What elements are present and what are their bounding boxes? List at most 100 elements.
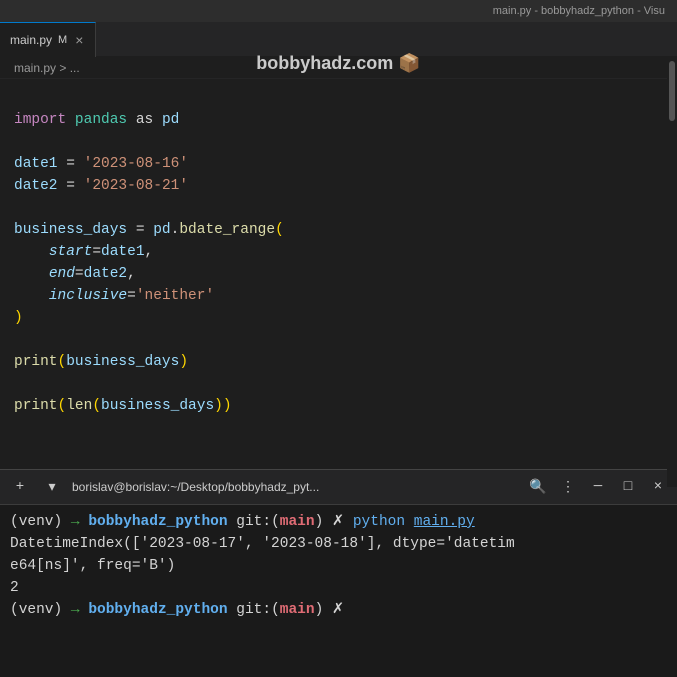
- op-eq2: =: [58, 178, 84, 194]
- op-eq1: =: [58, 156, 84, 172]
- code-line-14: [14, 373, 677, 395]
- t-file: main.py: [414, 514, 475, 530]
- paren-print2-open: (: [58, 398, 67, 414]
- t-cmd: python: [353, 514, 414, 530]
- title-bar: main.py - bobbyhadz_python - Visu: [0, 0, 677, 22]
- keyword-as: as: [136, 112, 153, 128]
- terminal-dropdown-button[interactable]: ▾: [40, 475, 64, 499]
- t-output-1: DatetimeIndex(['2023-08-17', '2023-08-18…: [10, 536, 515, 552]
- code-line-import: import pandas as pd: [14, 109, 677, 131]
- terminal-line-2: DatetimeIndex(['2023-08-17', '2023-08-18…: [10, 533, 667, 555]
- breadcrumb-text: main.py > ...: [14, 61, 80, 75]
- paren-print1-close: ): [179, 354, 188, 370]
- keyword-import: import: [14, 112, 66, 128]
- code-line-print1: print(business_days): [14, 351, 677, 373]
- t-num: 2: [10, 580, 19, 596]
- param-end: end: [49, 266, 75, 282]
- t-git2: git:(: [236, 602, 280, 618]
- comma2: ,: [127, 266, 136, 282]
- arg-business-days: business_days: [66, 354, 179, 370]
- code-line-date2: date2 = '2023-08-21': [14, 175, 677, 197]
- str-neither: 'neither': [136, 288, 214, 304]
- maximize-icon: □: [624, 479, 632, 495]
- op-eq6: =: [127, 288, 136, 304]
- tab-modified-indicator: M: [58, 34, 67, 46]
- t-arrow2: →: [71, 602, 88, 618]
- terminal-close-button[interactable]: ×: [647, 476, 669, 498]
- op-eq4: =: [92, 244, 101, 260]
- plus-icon: +: [16, 479, 24, 495]
- code-line-print2: print(len(business_days)): [14, 395, 677, 417]
- scrollbar-thumb[interactable]: [669, 61, 675, 121]
- alias-pd: pd: [162, 112, 179, 128]
- lib-pandas: pandas: [75, 112, 127, 128]
- t-git1: git:(: [236, 514, 280, 530]
- tab-bar: main.py M ×: [0, 22, 677, 57]
- func-print2: print: [14, 398, 58, 414]
- editor-scrollbar[interactable]: [667, 57, 677, 487]
- title-bar-text: main.py - bobbyhadz_python - Visu: [493, 5, 665, 17]
- editor-tab[interactable]: main.py M ×: [0, 22, 96, 57]
- terminal-search-button[interactable]: 🔍: [527, 476, 549, 498]
- open-paren1: (: [275, 222, 284, 238]
- code-line-1: [14, 87, 677, 109]
- t-output-2: e64[ns]', freq='B'): [10, 558, 175, 574]
- t-dir1: bobbyhadz_python: [88, 514, 236, 530]
- terminal-content: (venv) → bobbyhadz_python git:(main) ✗ p…: [0, 505, 677, 677]
- minimize-icon: ─: [594, 479, 602, 495]
- terminal-minimize-button[interactable]: ─: [587, 476, 609, 498]
- code-line-closeparen: ): [14, 307, 677, 329]
- t-dir2: bobbyhadz_python: [88, 602, 236, 618]
- terminal-panel: + ▾ borislav@borislav:~/Desktop/bobbyhad…: [0, 469, 677, 677]
- code-line-start: start=date1,: [14, 241, 677, 263]
- terminal-tab-bar: + ▾ borislav@borislav:~/Desktop/bobbyhad…: [0, 470, 677, 505]
- terminal-maximize-button[interactable]: □: [617, 476, 639, 498]
- t-x1: ✗: [323, 514, 353, 530]
- t-prompt2: (venv): [10, 602, 71, 618]
- close-paren1: ): [14, 310, 23, 326]
- param-start: start: [49, 244, 93, 260]
- code-line-end: end=date2,: [14, 263, 677, 285]
- var-date2: date2: [14, 178, 58, 194]
- terminal-add-button[interactable]: +: [8, 475, 32, 499]
- code-line-date1: date1 = '2023-08-16': [14, 153, 677, 175]
- t-branch2: main: [280, 602, 315, 618]
- tab-filename: main.py: [10, 33, 52, 47]
- arg-business-days2: business_days: [101, 398, 214, 414]
- code-line-bdate: business_days = pd.bdate_range(: [14, 219, 677, 241]
- t-arrow1: →: [71, 514, 88, 530]
- dropdown-icon: ▾: [48, 479, 55, 496]
- op-eq3: =: [127, 222, 153, 238]
- str-date2: '2023-08-21': [84, 178, 188, 194]
- terminal-line-1: (venv) → bobbyhadz_python git:(main) ✗ p…: [10, 511, 667, 533]
- op-eq5: =: [75, 266, 84, 282]
- str-date1: '2023-08-16': [84, 156, 188, 172]
- more-icon: ⋮: [561, 479, 575, 496]
- t-x2: ✗: [323, 602, 344, 618]
- code-line-12: [14, 329, 677, 351]
- comma1: ,: [145, 244, 154, 260]
- search-icon: 🔍: [529, 479, 546, 496]
- terminal-more-button[interactable]: ⋮: [557, 476, 579, 498]
- code-line-6: [14, 197, 677, 219]
- pd-ref: pd: [153, 222, 170, 238]
- code-line-inclusive: inclusive='neither': [14, 285, 677, 307]
- terminal-line-3: e64[ns]', freq='B'): [10, 555, 667, 577]
- t-git1-close: ): [315, 514, 324, 530]
- paren-len-close: )): [214, 398, 231, 414]
- code-line-3: [14, 131, 677, 153]
- tab-close-button[interactable]: ×: [73, 32, 85, 48]
- close-icon: ×: [654, 479, 662, 495]
- paren-len-open: (: [92, 398, 101, 414]
- paren-print1-open: (: [58, 354, 67, 370]
- val-date1: date1: [101, 244, 145, 260]
- param-inclusive: inclusive: [49, 288, 127, 304]
- breadcrumb: main.py > ...: [0, 57, 677, 79]
- val-date2: date2: [84, 266, 128, 282]
- func-print1: print: [14, 354, 58, 370]
- t-branch1: main: [280, 514, 315, 530]
- var-business-days: business_days: [14, 222, 127, 238]
- terminal-line-4: 2: [10, 577, 667, 599]
- func-len: len: [66, 398, 92, 414]
- var-date1: date1: [14, 156, 58, 172]
